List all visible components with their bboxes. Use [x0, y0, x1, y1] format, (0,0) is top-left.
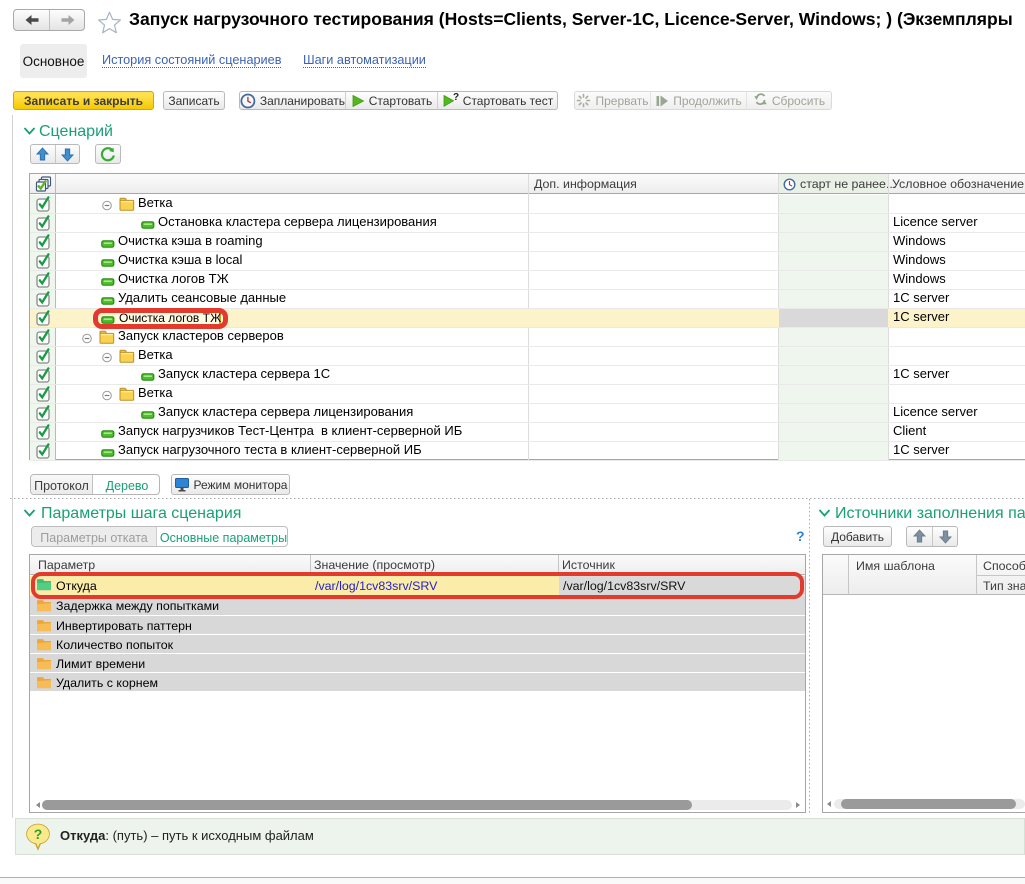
- svg-text:?: ?: [34, 826, 43, 842]
- svg-text:?: ?: [453, 93, 459, 103]
